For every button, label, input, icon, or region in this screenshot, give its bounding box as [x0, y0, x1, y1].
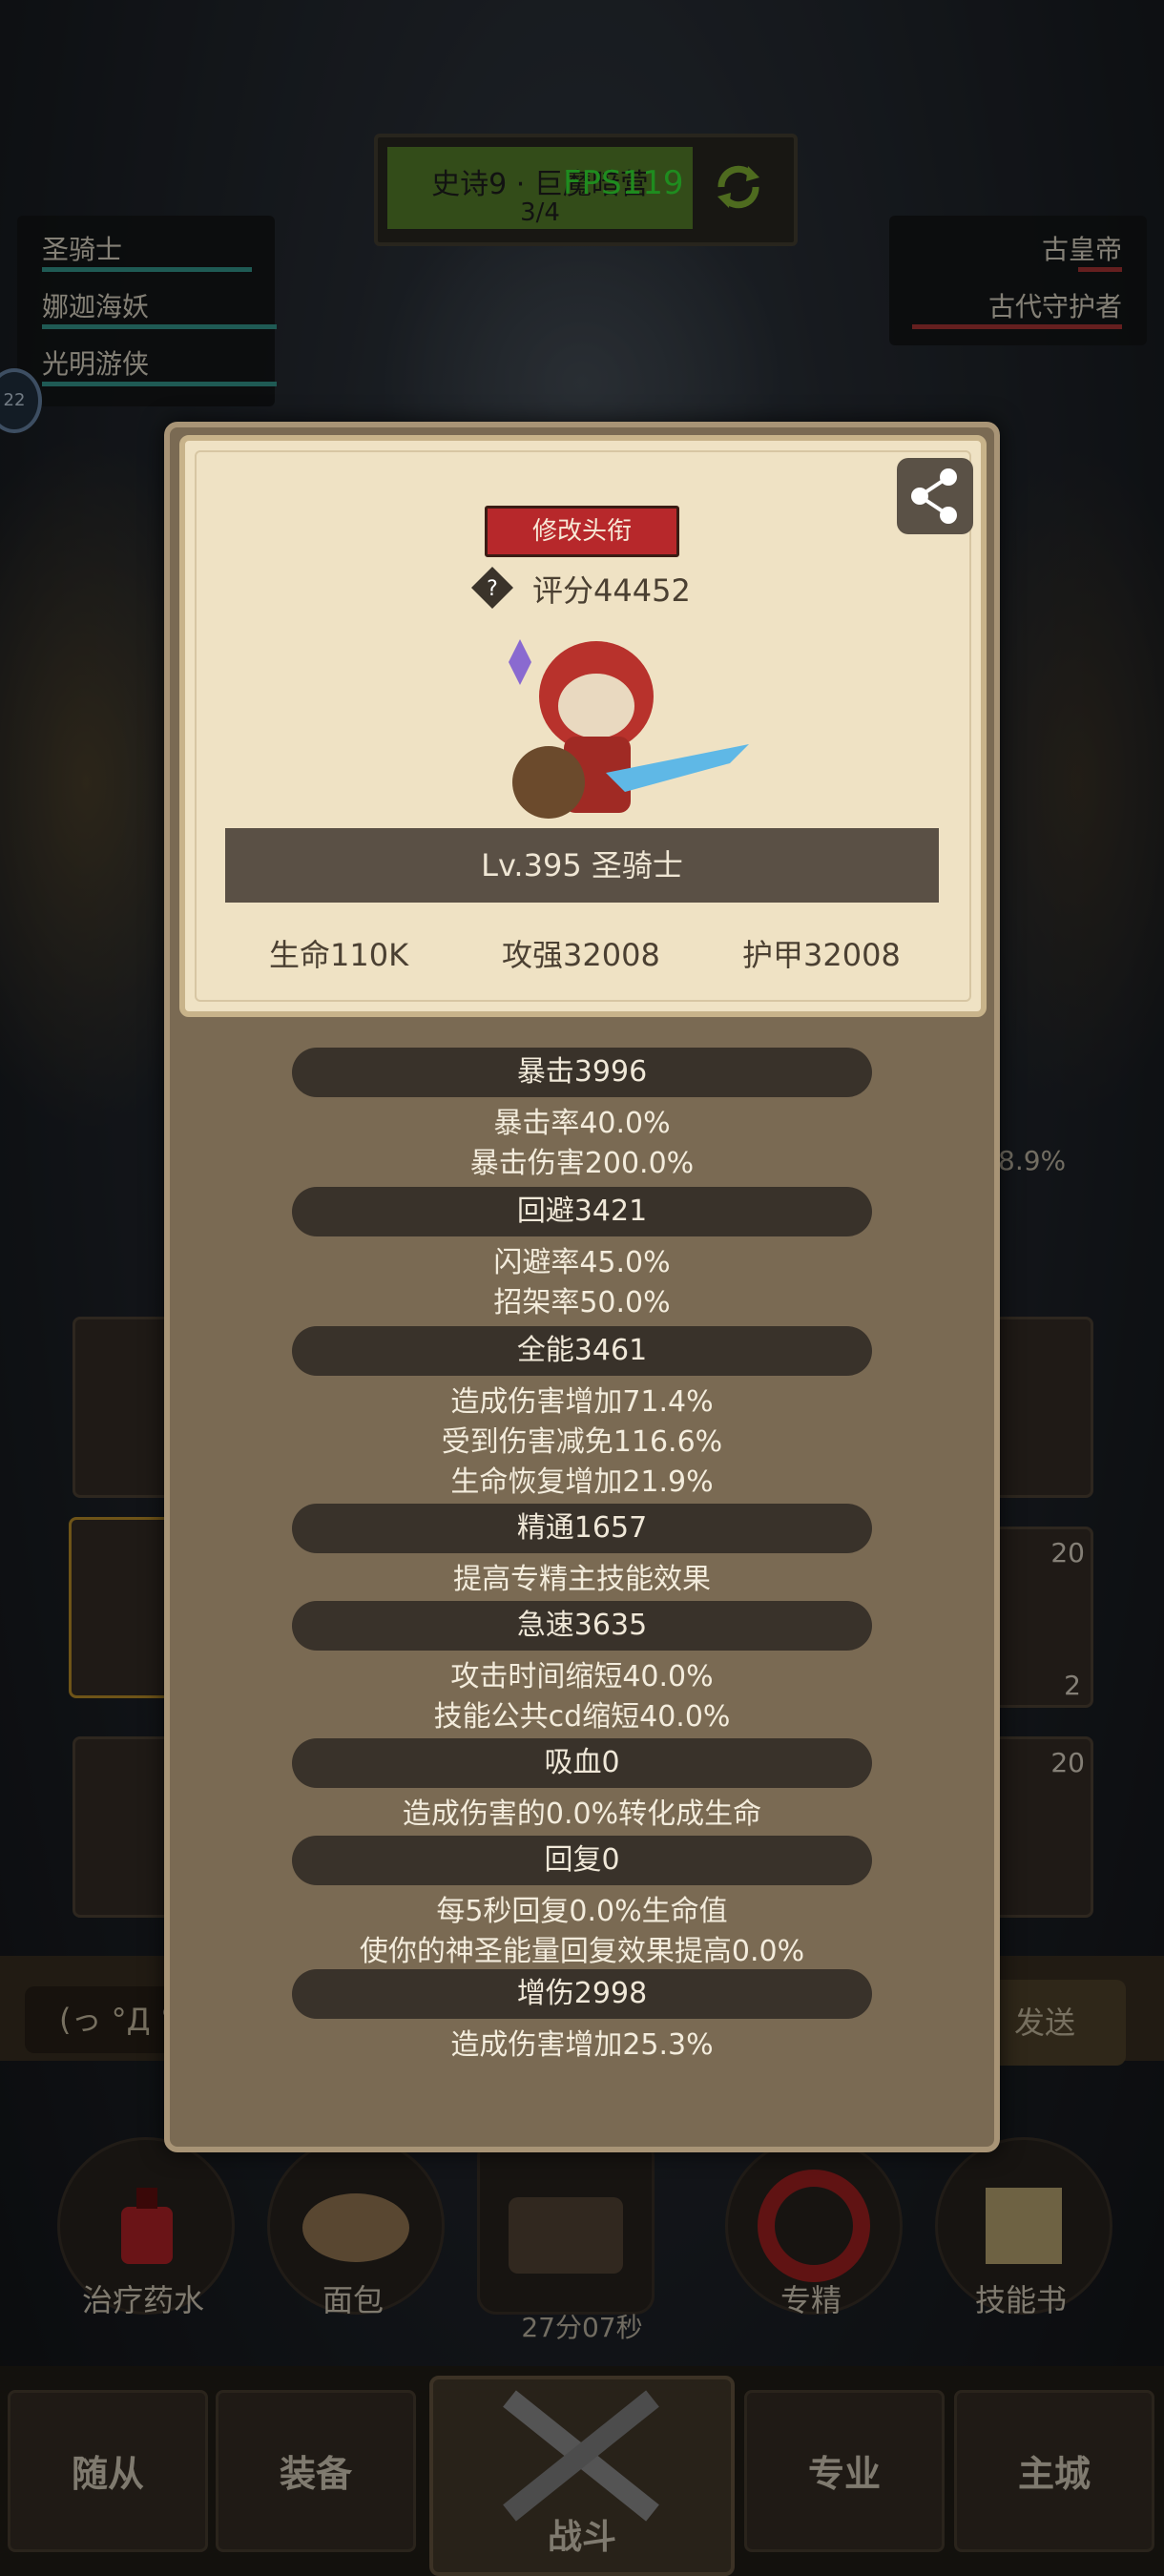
- hero-score: 评分44452: [532, 572, 691, 609]
- parry-rate: 招架率50.0%: [493, 1286, 671, 1319]
- hero-name-bar: Lv.395 圣骑士: [225, 828, 939, 903]
- stat-attack: 攻强32008: [502, 937, 660, 973]
- section-avoidance: 回避3421: [292, 1187, 872, 1236]
- share-button[interactable]: [897, 458, 973, 534]
- versatility-reduction: 受到伤害减免116.6%: [441, 1425, 723, 1459]
- svg-text:?: ?: [487, 577, 498, 601]
- paladin-portrait: [509, 639, 749, 819]
- section-lifesteal: 吸血0: [292, 1738, 872, 1788]
- crit-rate: 暴击率40.0%: [493, 1107, 671, 1140]
- regen-holy-power: 使你的神圣能量回复效果提高0.0%: [359, 1935, 805, 1968]
- dodge-rate: 闪避率45.0%: [493, 1246, 671, 1279]
- haste-attack-time: 攻击时间缩短40.0%: [450, 1660, 714, 1693]
- damage-bonus-effect: 造成伤害增加25.3%: [450, 2028, 714, 2062]
- share-icon: [911, 468, 957, 524]
- mastery-effect: 提高专精主技能效果: [453, 1563, 711, 1596]
- section-damage-bonus: 增伤2998: [292, 1969, 872, 2019]
- crit-damage: 暴击伤害200.0%: [469, 1147, 695, 1180]
- section-versatility: 全能3461: [292, 1326, 872, 1376]
- stat-armor: 护甲32008: [742, 937, 901, 973]
- regen-hp: 每5秒回复0.0%生命值: [436, 1895, 728, 1928]
- section-crit: 暴击3996: [292, 1048, 872, 1097]
- section-mastery: 精通1657: [292, 1504, 872, 1553]
- stat-hp: 生命110K: [269, 937, 409, 973]
- lifesteal-effect: 造成伤害的0.0%转化成生命: [402, 1797, 762, 1831]
- section-regen: 回复0: [292, 1836, 872, 1885]
- haste-global-cd: 技能公共cd缩短40.0%: [433, 1700, 731, 1734]
- versatility-damage: 造成伤害增加71.4%: [450, 1385, 714, 1419]
- section-haste: 急速3635: [292, 1601, 872, 1651]
- edit-title-button[interactable]: 修改头衔: [485, 506, 679, 557]
- versatility-healing: 生命恢复增加21.9%: [450, 1465, 714, 1499]
- help-icon[interactable]: ?: [469, 565, 515, 611]
